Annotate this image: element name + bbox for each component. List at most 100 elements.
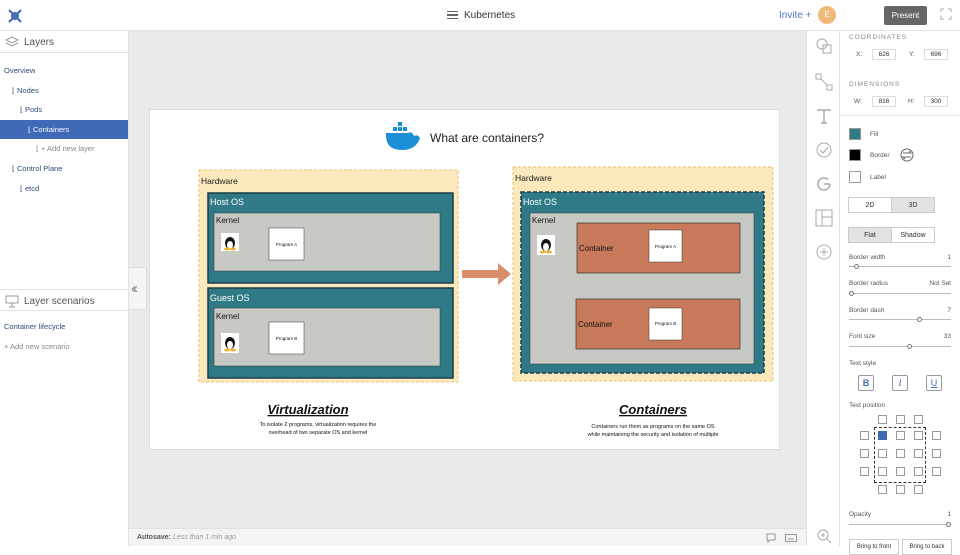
virt-caption-1: To isolate 2 programs, virtualization re… [260,422,377,428]
opacity-slider[interactable] [849,522,951,527]
italic-button[interactable]: I [892,375,908,391]
height-input[interactable]: 300 [924,96,948,107]
label-color-swatch[interactable] [849,171,861,183]
virt-kernel2-box[interactable] [213,307,441,367]
text-position-cell[interactable] [896,415,905,424]
2d-button[interactable]: 2D [848,197,892,213]
slider-knob[interactable] [946,522,951,527]
slider-knob[interactable] [916,317,922,322]
width-input[interactable]: 816 [872,96,896,107]
border-color-swatch[interactable] [849,149,861,161]
slider-knob[interactable] [849,291,854,296]
text-position-cell[interactable] [932,467,941,476]
zoom-in-icon[interactable] [815,527,833,545]
scenarios-title: Layer scenarios [24,296,95,307]
add-circle-icon[interactable] [815,243,833,261]
underline-button[interactable]: U [926,375,942,391]
w-label: W: [854,98,862,105]
border-width-slider[interactable] [849,264,951,269]
check-circle-icon[interactable] [815,141,833,159]
text-position-cell[interactable] [878,415,887,424]
fill-color-swatch[interactable] [849,128,861,140]
add-layer-button[interactable]: ⌊ + Add new layer [0,139,128,158]
layer-item[interactable]: ⌊ Control Plane [0,159,128,178]
g-logo-icon[interactable] [815,175,833,193]
font-size-label: Font size [849,333,876,340]
container-2-label: Container [578,320,613,329]
swap-colors-icon[interactable] [900,148,914,162]
y-input[interactable]: 696 [924,49,948,60]
add-scenario-button[interactable]: + Add new scenario [0,337,128,356]
cont-program-b-label: Program B [655,321,677,326]
text-position-cell[interactable] [860,467,869,476]
slider-knob[interactable] [907,344,913,349]
layer-item[interactable]: ⌊ etcd [0,179,128,198]
invite-button[interactable]: Invite + [779,10,812,21]
border-radius-label: Border radius [849,280,889,287]
collapse-panel-button[interactable] [129,267,147,310]
bring-to-back-button[interactable]: Bring to back [902,539,952,555]
document-title: Kubernetes [464,10,516,21]
virt-caption-2: overhead of two separate OS and kernel [269,430,368,436]
scenario-item[interactable]: Container lifecycle [0,317,128,336]
border-width-label: Border width [849,254,886,261]
text-icon[interactable] [815,107,833,125]
3d-button[interactable]: 3D [891,197,935,213]
border-radius-slider[interactable] [849,291,951,296]
autosave-value: Less than 1 min ago [173,534,237,541]
virt-kernel2-label: Kernel [216,312,239,321]
text-position-cell[interactable] [932,449,941,458]
layer-item[interactable]: ⌊ Containers [0,119,128,139]
text-position-cell[interactable] [860,431,869,440]
present-button[interactable]: Present [884,6,927,25]
cont-heading: Containers [619,402,687,417]
layout-icon[interactable] [815,209,833,227]
border-radius-value: Not Set [929,280,951,287]
arrow-right-icon[interactable] [462,263,511,285]
scenarios-header: Layer scenarios [0,289,129,311]
presentation-icon [5,295,19,308]
tool-strip [806,31,840,546]
slider-knob[interactable] [853,264,859,269]
x-label: X: [856,51,863,58]
text-position-label: Text position [849,402,886,409]
text-position-cell[interactable] [896,485,905,494]
slide-diagram: What are containers? Hardware Host OS Ke… [198,122,774,438]
virt-kernel-box[interactable] [213,212,441,272]
connector-icon[interactable] [815,73,833,91]
bold-button[interactable]: B [858,375,874,391]
border-width-value: 1 [947,254,951,261]
virt-program-a-label: Program A [276,242,297,247]
comment-icon[interactable] [766,533,776,543]
avatar[interactable]: E [818,6,836,24]
bring-to-front-button[interactable]: Bring to front [849,539,899,555]
font-size-value: 33 [943,333,951,340]
layers-panel: Layers Overview ⌊ Nodes ⌊ Pods ⌊ Containers… [0,31,129,546]
text-position-cell[interactable] [932,431,941,440]
flat-button[interactable]: Flat [848,227,892,243]
fullscreen-icon[interactable] [940,8,952,20]
font-size-slider[interactable] [849,344,951,349]
layers-title: Layers [24,37,55,48]
container-1-label: Container [579,244,614,253]
text-position-cell[interactable] [860,449,869,458]
layers-icon [5,36,19,47]
keyboard-icon[interactable] [785,533,797,543]
slide[interactable]: What are containers? Hardware Host OS Ke… [149,109,780,450]
virt-host-os-label: Host OS [210,197,244,207]
x-input[interactable]: 626 [872,49,896,60]
cont-hardware-label: Hardware [515,173,552,183]
layer-item[interactable]: ⌊ Pods [0,100,128,119]
shapes-icon[interactable] [815,37,833,55]
opacity-label: Opacity [849,511,872,518]
text-position-cell[interactable] [878,485,887,494]
autosave-label: Autosave: [137,534,171,541]
shadow-button[interactable]: Shadow [891,227,935,243]
layer-item[interactable]: ⌊ Nodes [0,81,128,100]
cont-host-os-label: Host OS [523,197,557,207]
app-logo-icon[interactable] [6,7,24,25]
layer-item[interactable]: Overview [0,61,128,80]
text-position-cell[interactable] [914,485,923,494]
text-position-cell[interactable] [914,415,923,424]
border-dash-slider[interactable] [849,317,951,322]
